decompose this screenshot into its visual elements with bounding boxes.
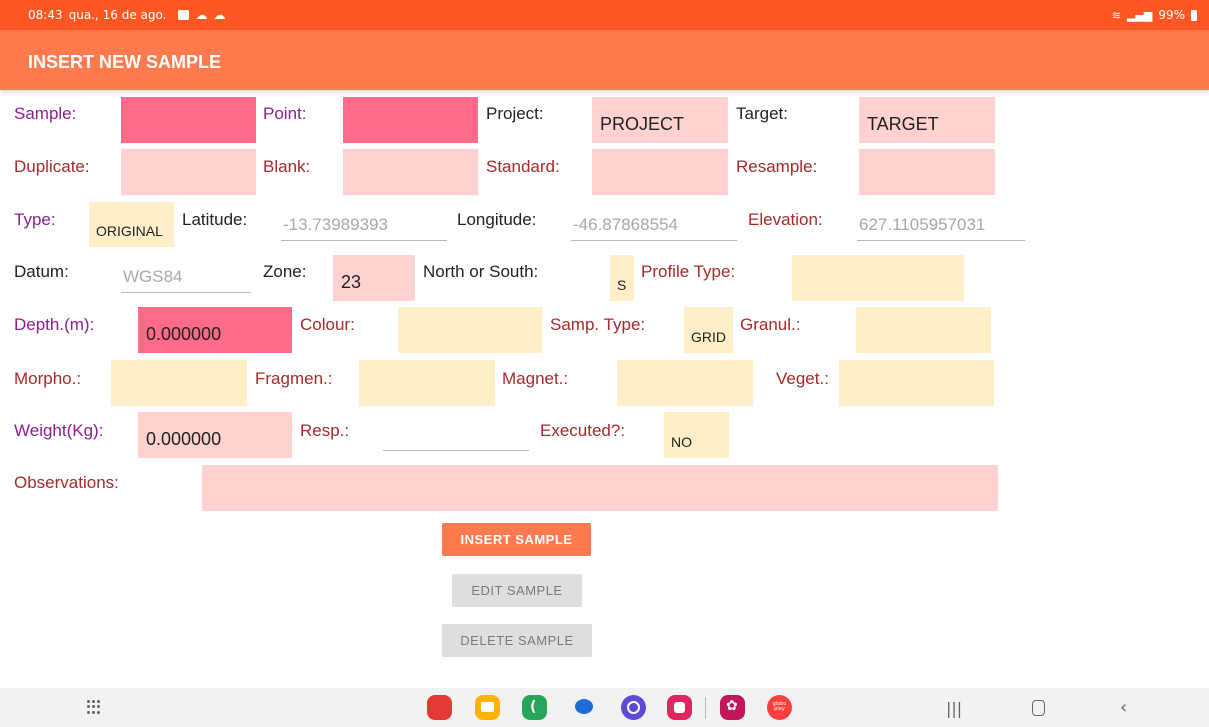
depth-input[interactable]: 0.000000 <box>138 307 292 353</box>
blank-input[interactable] <box>343 149 478 195</box>
blank-label: Blank: <box>263 157 311 176</box>
veget-spinner[interactable] <box>839 360 994 406</box>
morpho-spinner[interactable] <box>111 360 247 406</box>
colour-spinner[interactable] <box>398 307 542 353</box>
granul-spinner[interactable] <box>856 307 991 353</box>
magnet-label: Magnet.: <box>502 369 569 388</box>
battery-level: 99% <box>1158 8 1185 22</box>
status-time: 08:43 <box>28 8 63 22</box>
depth-label: Depth.(m): <box>14 315 95 334</box>
navigation-bar <box>0 688 1209 727</box>
magnet-spinner[interactable] <box>617 360 753 406</box>
profile-type-label: Profile Type: <box>641 262 736 281</box>
project-input[interactable]: PROJECT <box>592 97 728 143</box>
longitude-label: Longitude: <box>457 210 537 229</box>
samp-type-spinner[interactable]: GRID <box>684 307 733 353</box>
sample-input[interactable] <box>121 97 256 143</box>
sample-label: Sample: <box>14 104 77 123</box>
resp-input[interactable] <box>383 415 529 451</box>
fragmen-spinner[interactable] <box>359 360 495 406</box>
home-icon[interactable] <box>1032 700 1045 716</box>
files-app-icon[interactable] <box>475 695 500 720</box>
latitude-label: Latitude: <box>182 210 248 229</box>
edit-sample-button[interactable]: EDIT SAMPLE <box>452 574 582 607</box>
apps-grid-icon[interactable] <box>87 700 101 714</box>
globoplay-text: globo play <box>772 701 787 712</box>
weight-label: Weight(Kg): <box>14 421 104 440</box>
delete-sample-button[interactable]: DELETE SAMPLE <box>442 624 592 657</box>
colour-label: Colour: <box>300 315 355 334</box>
longitude-input[interactable]: -46.87868554 <box>571 205 737 241</box>
profile-type-spinner[interactable] <box>792 255 964 301</box>
morpho-label: Morpho.: <box>14 369 82 388</box>
recents-button[interactable]: ||| <box>946 699 962 718</box>
north-south-spinner[interactable]: S <box>610 255 634 301</box>
north-south-label: North or South: <box>423 262 539 281</box>
app-bar: INSERT NEW SAMPLE <box>0 30 1209 90</box>
red-app-icon[interactable] <box>427 695 452 720</box>
veget-label: Veget.: <box>776 369 829 388</box>
cloud-sync-icon: ☁ <box>213 8 226 22</box>
status-date: qua., 16 de ago. <box>68 8 167 22</box>
cloud-icon: ☁ <box>195 8 208 22</box>
target-input[interactable]: TARGET <box>859 97 995 143</box>
flower-app-icon[interactable]: ✿ <box>720 695 745 720</box>
datum-label: Datum: <box>14 262 69 281</box>
dock-divider <box>705 697 706 719</box>
observations-input[interactable] <box>202 465 998 511</box>
resample-input[interactable] <box>859 149 995 195</box>
status-bar: 08:43 qua., 16 de ago. ☁ ☁ ≋ ▂▄▆ 99% <box>0 0 1209 30</box>
phone-app-icon[interactable]: ( <box>522 695 547 720</box>
insert-sample-button[interactable]: INSERT SAMPLE <box>442 523 591 556</box>
fragmen-label: Fragmen.: <box>255 369 333 388</box>
type-label: Type: <box>14 210 56 229</box>
executed-label: Executed?: <box>540 421 626 440</box>
globoplay-app-icon[interactable]: globo play <box>767 695 792 720</box>
type-spinner[interactable]: ORIGINAL <box>89 202 174 247</box>
executed-spinner[interactable]: NO <box>664 412 729 458</box>
observations-label: Observations: <box>14 473 119 492</box>
weight-input[interactable]: 0.000000 <box>138 412 292 458</box>
resample-label: Resample: <box>736 157 818 176</box>
datum-input[interactable]: WGS84 <box>121 257 251 293</box>
camera-app-icon[interactable] <box>667 695 692 720</box>
standard-input[interactable] <box>592 149 728 195</box>
internet-app-icon[interactable] <box>621 695 646 720</box>
point-label: Point: <box>263 104 307 123</box>
samp-type-label: Samp. Type: <box>550 315 646 334</box>
battery-icon <box>1191 9 1197 21</box>
duplicate-label: Duplicate: <box>14 157 90 176</box>
duplicate-input[interactable] <box>121 149 256 195</box>
wifi-icon: ≋ <box>1111 8 1121 22</box>
resp-label: Resp.: <box>300 421 350 440</box>
zone-input[interactable]: 23 <box>333 255 415 301</box>
elevation-label: Elevation: <box>748 210 823 229</box>
target-label: Target: <box>736 104 788 123</box>
latitude-input[interactable]: -13.73989393 <box>281 205 447 241</box>
elevation-input[interactable]: 627.1105957031 <box>857 205 1025 241</box>
page-title: INSERT NEW SAMPLE <box>28 52 222 72</box>
gallery-notification-icon <box>178 10 190 20</box>
zone-label: Zone: <box>263 262 307 281</box>
granul-label: Granul.: <box>740 315 801 334</box>
standard-label: Standard: <box>486 157 560 176</box>
back-icon[interactable]: ‹ <box>1120 697 1127 718</box>
signal-icon: ▂▄▆ <box>1126 8 1153 22</box>
point-input[interactable] <box>343 97 478 143</box>
project-label: Project: <box>486 104 544 123</box>
messages-app-icon[interactable] <box>575 699 593 714</box>
